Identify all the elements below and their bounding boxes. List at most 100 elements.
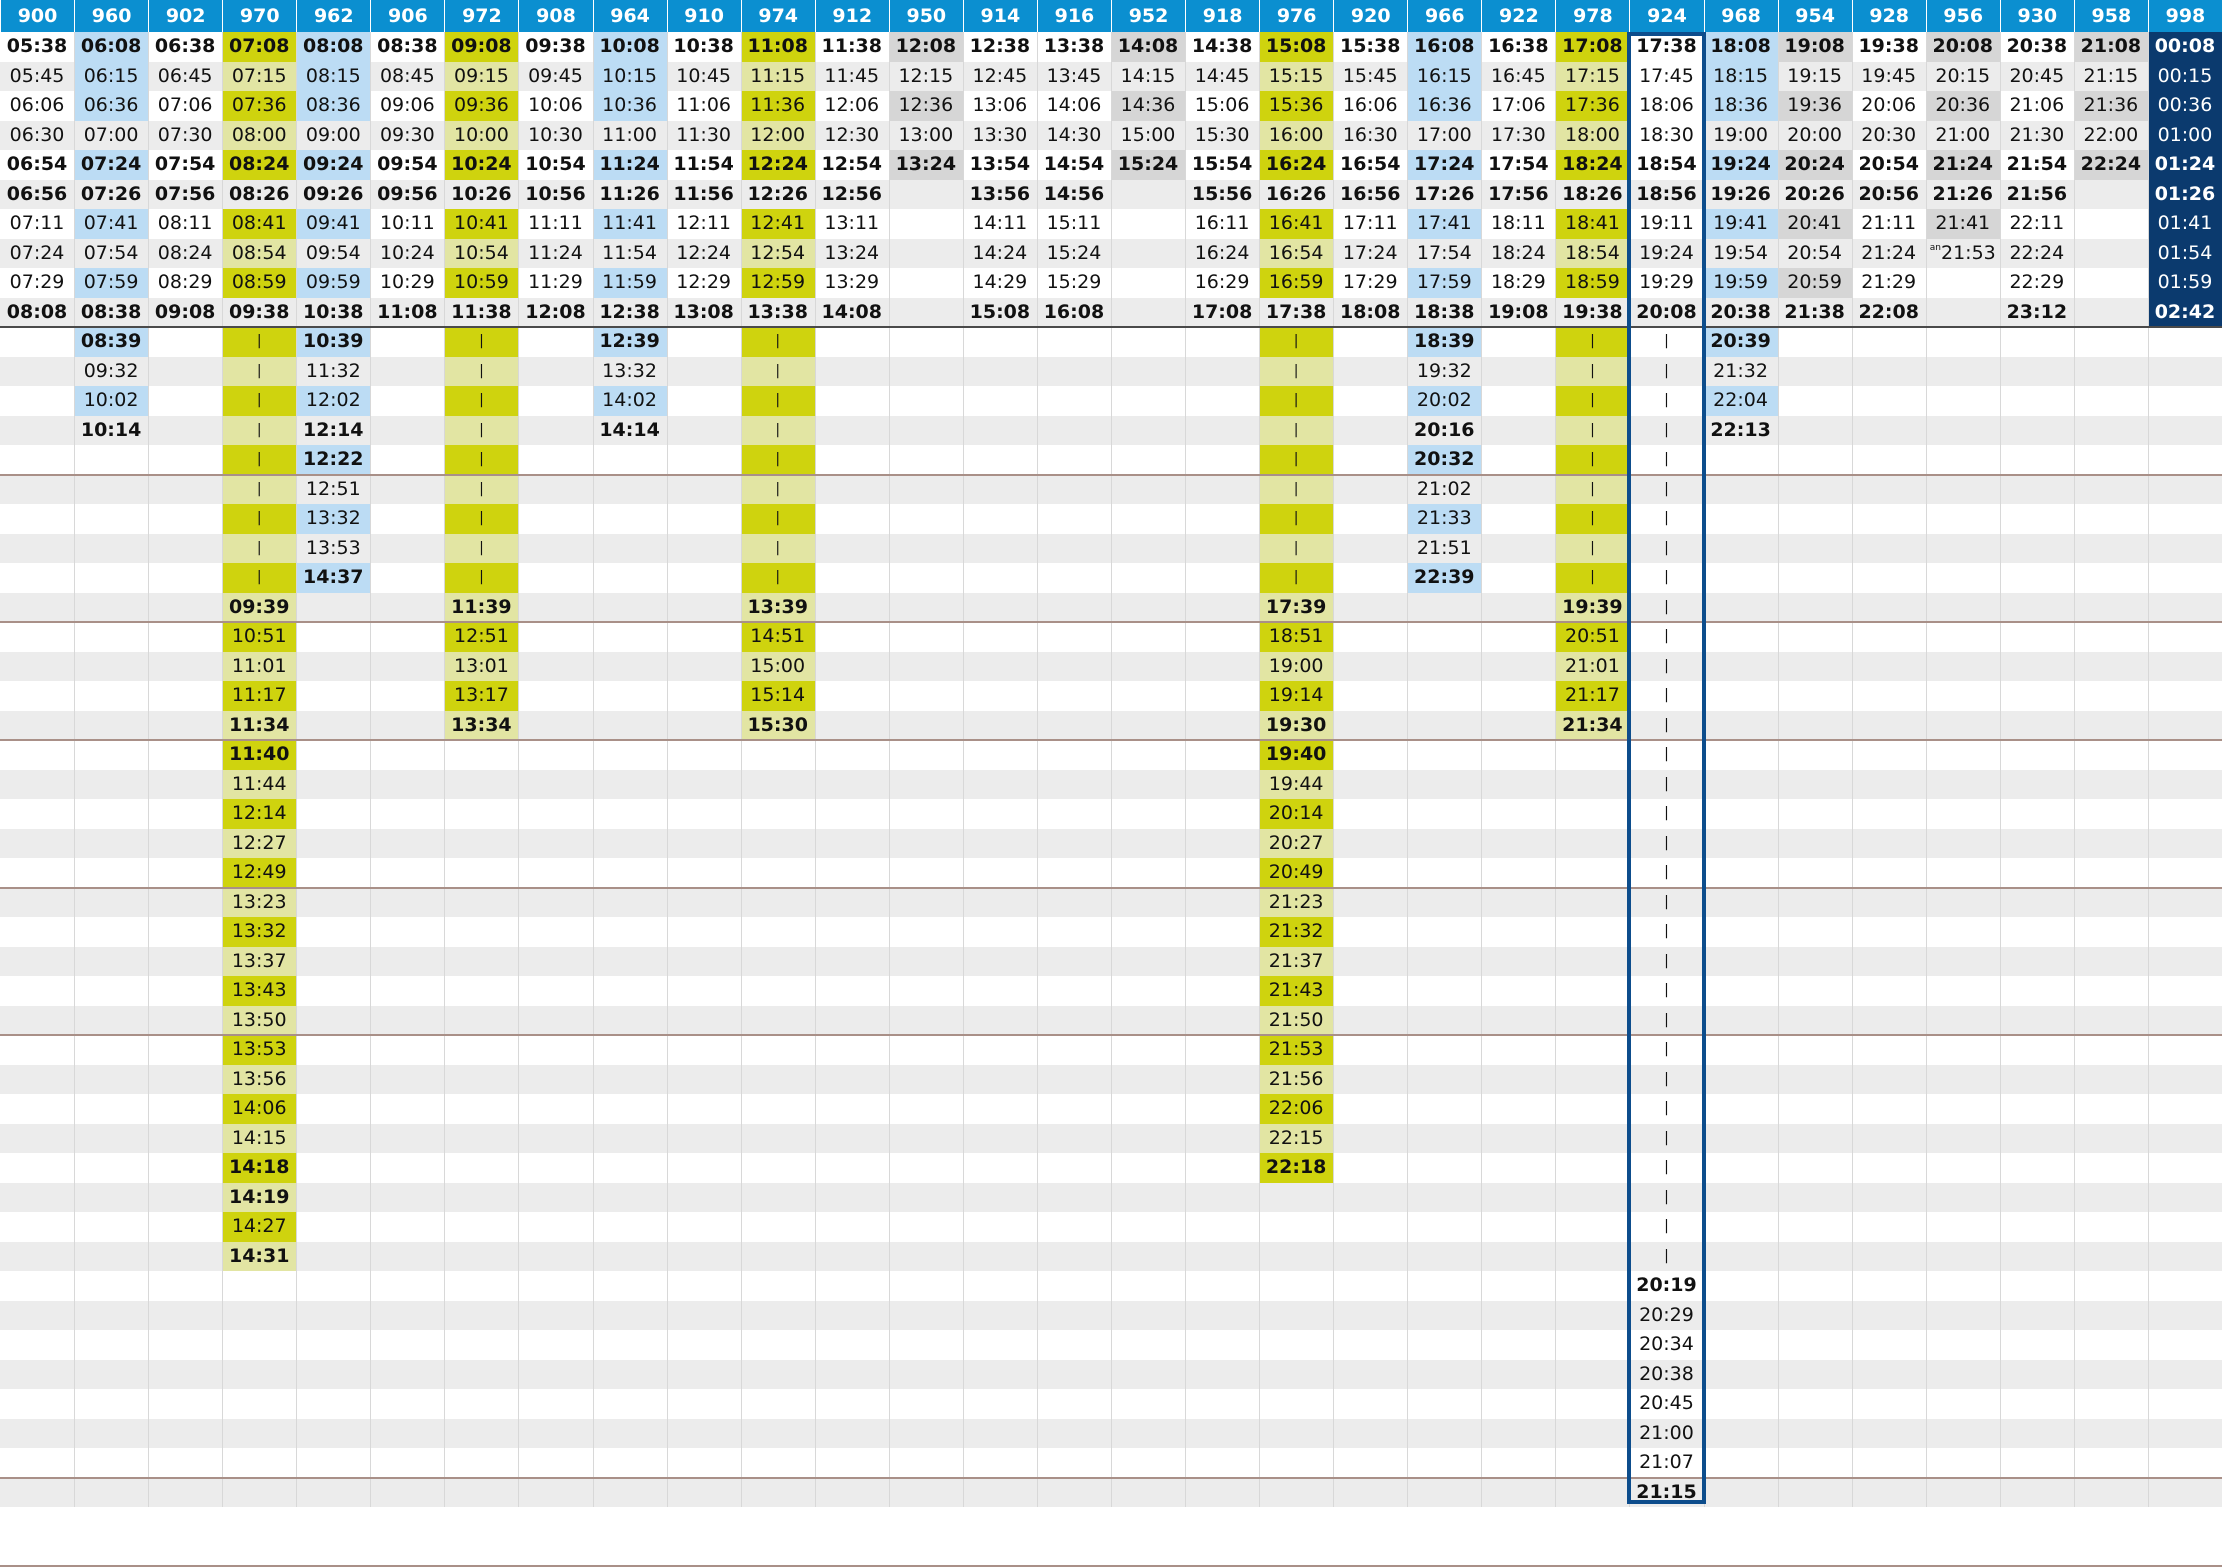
time-cell: 12:56 [821, 182, 882, 205]
empty-cell [1407, 681, 1481, 711]
empty-cell [1111, 386, 1185, 416]
time-cell: 11:34 [222, 710, 297, 740]
empty-cell [963, 1094, 1037, 1124]
time-cell: 09:38 [228, 300, 290, 323]
passes-through-marker: | [444, 415, 519, 445]
empty-cell [1926, 770, 2000, 800]
time-cell: 09:32 [83, 359, 139, 382]
time-cell: 14:51 [740, 622, 815, 652]
empty-cell [741, 740, 815, 770]
passes-through-marker: | [1555, 533, 1630, 563]
empty-cell [963, 711, 1037, 741]
time-cell: 13:37 [222, 946, 297, 976]
empty-cell [1407, 1478, 1481, 1508]
empty-cell [1111, 475, 1185, 505]
empty-cell [593, 1035, 667, 1065]
empty-cell [1259, 1330, 1333, 1360]
empty-cell [1259, 1271, 1333, 1301]
empty-cell [889, 976, 963, 1006]
empty-cell [815, 770, 889, 800]
empty-cell [741, 1448, 815, 1478]
empty-cell [444, 1183, 518, 1213]
empty-cell [1333, 799, 1407, 829]
time-cell: 11:06 [676, 94, 731, 116]
empty-cell [148, 1124, 222, 1154]
empty-cell [2148, 976, 2222, 1006]
empty-cell [0, 1242, 74, 1272]
empty-cell [1333, 622, 1407, 652]
empty-cell [667, 829, 741, 859]
empty-cell [2000, 416, 2074, 446]
passes-through-marker: | [1555, 504, 1630, 534]
empty-cell [370, 1124, 444, 1154]
empty-cell [889, 711, 963, 741]
empty-cell [2074, 475, 2148, 505]
empty-cell [518, 1448, 592, 1478]
time-cell: 17:38 [1265, 300, 1327, 323]
column-divider [1851, 32, 1853, 1507]
time-cell: 14:02 [592, 386, 667, 416]
empty-cell [1333, 1065, 1407, 1095]
train-number-header: 908 [518, 0, 593, 32]
empty-cell [0, 1094, 74, 1124]
empty-cell [1704, 1065, 1778, 1095]
empty-cell [2074, 1065, 2148, 1095]
empty-cell [1852, 1360, 1926, 1390]
time-cell: 13:53 [305, 536, 361, 559]
empty-cell [444, 1419, 518, 1449]
empty-cell [741, 1035, 815, 1065]
empty-cell [1778, 770, 1852, 800]
empty-cell [889, 504, 963, 534]
time-cell: 12:29 [676, 271, 731, 293]
train-number-header: 902 [148, 0, 223, 32]
empty-cell [74, 534, 148, 564]
time-cell: 21:43 [1259, 976, 1334, 1006]
time-cell: 15:30 [1194, 123, 1250, 146]
time-cell: 19:14 [1259, 681, 1334, 711]
time-cell: 12:38 [599, 300, 660, 323]
time-cell: 12:51 [305, 477, 361, 500]
time-cell: 13:56 [222, 1064, 297, 1094]
time-cell: 16:26 [1265, 182, 1327, 205]
empty-cell [1926, 1478, 2000, 1508]
train-number-header: 912 [814, 0, 889, 32]
time-cell: 13:11 [824, 212, 880, 234]
time-cell: 21:37 [1259, 946, 1334, 976]
empty-cell [0, 1183, 74, 1213]
empty-cell [2000, 1448, 2074, 1478]
empty-cell [370, 1242, 444, 1272]
time-cell: 13:23 [222, 887, 297, 917]
empty-cell [1185, 740, 1259, 770]
time-cell: 15:56 [1191, 182, 1253, 205]
empty-cell [2074, 681, 2148, 711]
empty-cell [1555, 1183, 1629, 1213]
empty-cell [1333, 445, 1407, 475]
empty-cell [1555, 888, 1629, 918]
empty-cell [2074, 652, 2148, 682]
empty-cell [889, 622, 963, 652]
time-cell: 18:56 [1636, 182, 1697, 205]
empty-cell [370, 799, 444, 829]
empty-cell [667, 1124, 741, 1154]
empty-cell [2000, 1035, 2074, 1065]
empty-cell [1185, 1065, 1259, 1095]
empty-cell [2148, 475, 2222, 505]
empty-cell [1185, 622, 1259, 652]
empty-cell [2148, 740, 2222, 770]
empty-cell [889, 888, 963, 918]
empty-cell [963, 740, 1037, 770]
time-cell: 19:08 [1777, 32, 1852, 62]
empty-cell [1333, 416, 1407, 446]
empty-cell [593, 947, 667, 977]
empty-cell [444, 1389, 518, 1419]
passes-through-marker: | [1664, 1159, 1669, 1175]
empty-cell [370, 888, 444, 918]
time-cell: 16:36 [1407, 91, 1482, 121]
empty-cell [667, 681, 741, 711]
time-cell: 13:24 [888, 150, 963, 180]
passes-through-marker: | [1664, 657, 1669, 674]
empty-cell [370, 622, 444, 652]
time-cell: 20:39 [1703, 327, 1778, 357]
time-cell: 21:50 [1259, 1005, 1334, 1035]
empty-cell [1778, 1242, 1852, 1272]
